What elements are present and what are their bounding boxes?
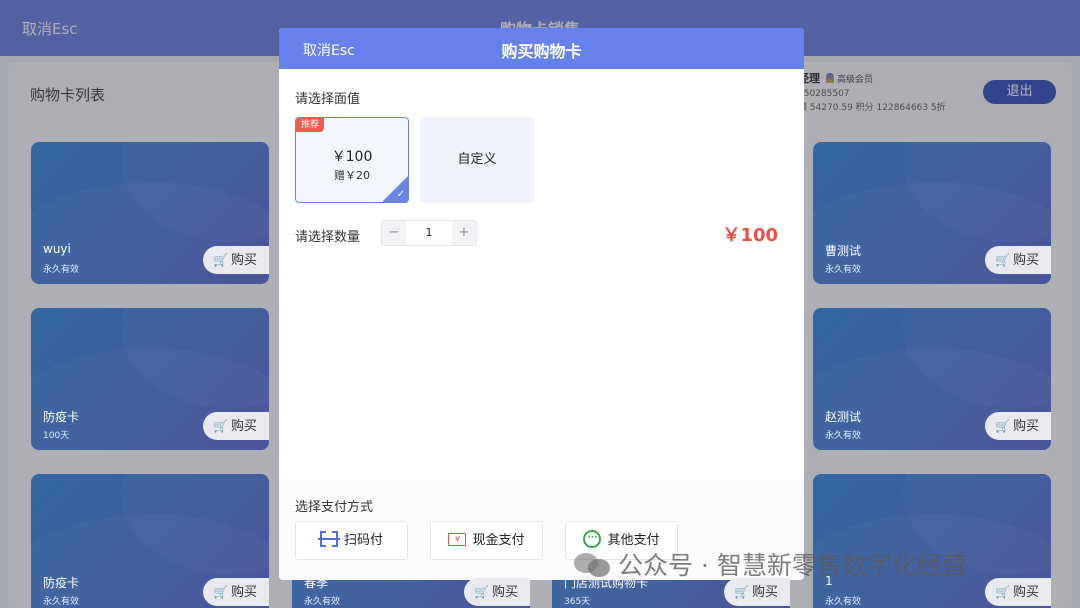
buy-button[interactable]: 🛒 购买 [724,578,790,606]
modal-header: 取消Esc 购买购物卡 [279,28,804,69]
scan-icon [317,530,340,548]
buy-button[interactable]: 🛒 购买 [985,412,1051,440]
card-validity: 100天 [43,431,70,441]
buy-label: 购买 [230,585,257,600]
payment-label: 选择支付方式 [295,500,374,515]
modal-title: 购买购物卡 [501,42,582,61]
custom-label: 自定义 [457,152,497,167]
recommend-tag: 推荐 [296,118,324,132]
card-name: wuyi [43,242,71,256]
buy-label: 购买 [751,585,778,600]
buy-label: 购买 [1012,585,1039,600]
buy-label: 购买 [230,419,257,434]
card-name: 春季 [304,576,329,590]
card-name: 防疫卡 [43,576,80,590]
buy-label: 购买 [1012,253,1039,268]
buy-button[interactable]: 🛒 购买 [203,246,269,274]
card-validity: 365天 [564,597,591,607]
cart-icon: 🛒 [213,253,228,267]
card-validity: 永久有效 [825,597,862,607]
total-price: ￥100 [722,225,778,246]
card-validity: 永久有效 [43,265,80,275]
cash-icon: ¥ [448,532,467,546]
watermark-text: 公众号 · 智慧新零售数字化经营 [618,551,967,580]
buy-button[interactable]: 🛒 购买 [985,578,1051,606]
cart-icon: 🛒 [213,419,228,433]
cart-icon: 🛒 [734,585,749,599]
cart-icon: 🛒 [474,585,489,599]
cart-icon: 🛒 [213,585,228,599]
card-name: 防疫卡 [43,410,80,424]
quantity-stepper: − 1 + [381,220,477,246]
buy-button[interactable]: 🛒 购买 [203,412,269,440]
scan-pay-button[interactable]: 扫码付 [295,521,408,560]
cart-icon: 🛒 [995,585,1010,599]
buy-button[interactable]: 🛒 购买 [203,578,269,606]
quantity-input[interactable]: 1 [406,221,452,245]
cash-pay-button[interactable]: ¥ 现金支付 [430,521,543,560]
card-validity: 永久有效 [304,597,341,607]
buy-label: 购买 [1012,419,1039,434]
buy-label: 购买 [491,585,518,600]
card-validity: 永久有效 [825,265,862,275]
card-name: 赵测试 [825,410,862,424]
denomination-option-100[interactable]: 推荐 ￥100 赠￥20 ✓ [295,117,409,203]
card-name: 门店测试购物卡 [564,576,649,590]
purchase-card-modal: 取消Esc 购买购物卡 请选择面值 推荐 ￥100 赠￥20 ✓ 自定义 请选择… [279,28,804,580]
cash-pay-label: 现金支付 [472,533,525,548]
buy-button[interactable]: 🛒 购买 [985,246,1051,274]
cart-icon: 🛒 [995,419,1010,433]
card-name: 曹测试 [825,244,862,258]
quantity-plus-button[interactable]: + [452,221,476,245]
card-validity: 永久有效 [43,597,80,607]
quantity-minus-button[interactable]: − [382,221,406,245]
card-validity: 永久有效 [825,431,862,441]
check-icon: ✓ [396,189,405,200]
card-name: 1 [825,574,833,588]
scan-pay-label: 扫码付 [343,533,383,548]
denomination-option-custom[interactable]: 自定义 [420,117,534,203]
buy-label: 购买 [230,253,257,268]
buy-button[interactable]: 🛒 购买 [464,578,530,606]
denomination-label: 请选择面值 [295,92,361,107]
cart-icon: 🛒 [995,253,1010,267]
denomination-amount: ￥100 [331,149,373,165]
quantity-label: 请选择数量 [295,230,361,245]
